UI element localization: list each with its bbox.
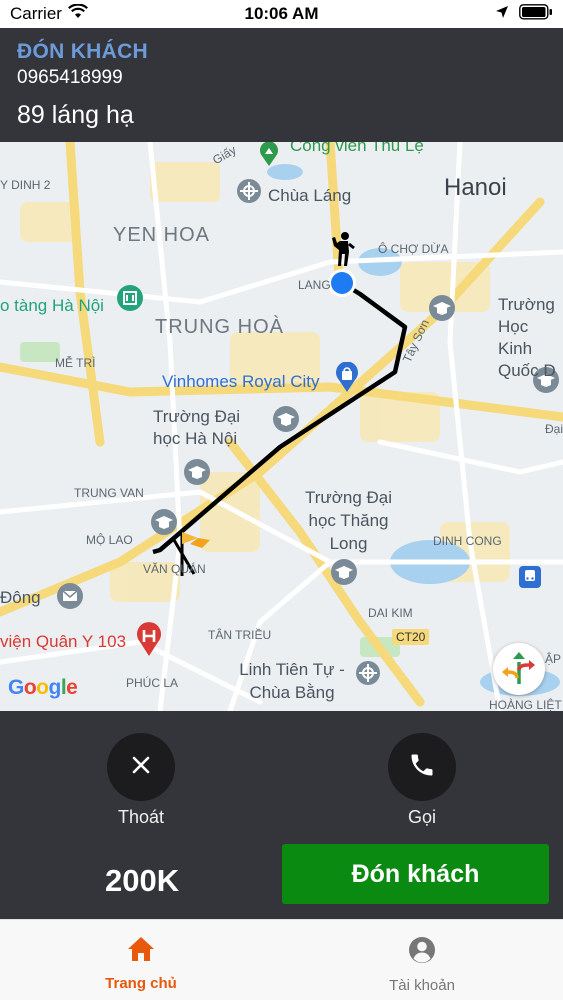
map-label-dong: Đông (0, 588, 41, 607)
pickup-button[interactable]: Đón khách (282, 844, 549, 904)
tab-home[interactable]: Trang chủ (61, 920, 221, 1000)
ride-header: ĐÓN KHÁCH 0965418999 89 láng hạ (0, 28, 563, 142)
school-icon (183, 458, 211, 491)
map-label-yen-hoa: YEN HOA (113, 224, 211, 246)
map-label-phuc-la: PHÚC LA (126, 676, 179, 690)
ride-status-title: ĐÓN KHÁCH (17, 40, 149, 63)
fare-price: 200K (105, 863, 180, 898)
temple-icon (236, 178, 262, 209)
phone-icon (408, 751, 436, 784)
hospital-icon (134, 622, 164, 661)
park-pin-icon (258, 142, 280, 171)
status-right (495, 3, 553, 25)
close-icon (131, 755, 151, 780)
exit-button[interactable] (107, 733, 175, 801)
museum-icon (116, 284, 144, 317)
map-label-dinh2: Y DINH 2 (0, 178, 51, 192)
map-label-dai-kim: DAI KIM (368, 606, 413, 620)
map-label-chua-lang: Chùa Láng (268, 186, 352, 205)
map-label-trung-van: TRUNG VAN (74, 486, 144, 500)
status-bar: Carrier 10:06 AM (0, 0, 563, 28)
map-label-linh-tien: Linh Tiên Tự - Chùa Bằng (239, 660, 345, 702)
home-icon (127, 936, 155, 967)
directions-icon (500, 648, 538, 691)
map-label-van-quan: VĂN QUÁN (143, 562, 206, 576)
map-label-tan-trieu: TÂN TRIỀU (208, 628, 272, 642)
map-label-trung-hoa: TRUNG HOÀ (155, 316, 284, 338)
map-label-cong-vien: Công viên Thủ Lệ (290, 142, 424, 155)
google-logo: Google (8, 676, 78, 699)
customer-phone[interactable]: 0965418999 (17, 67, 546, 89)
mail-icon (56, 582, 84, 615)
action-panel: Thoát Gọi 200K Đón khách (0, 711, 563, 919)
status-left: Carrier (10, 3, 88, 24)
map-label-dai: Đại (545, 422, 563, 436)
exit-label: Thoát (117, 807, 165, 827)
map-label-ap: ẬP (545, 652, 562, 666)
school-icon (272, 405, 300, 438)
map-label-dh-hanoi: Trường Đại học Hà Nội (153, 407, 241, 448)
temple-icon (355, 660, 381, 691)
account-icon (408, 936, 436, 969)
map-label-hoang-liet: HOÀNG LIỆT (489, 698, 562, 711)
school-icon (330, 558, 358, 591)
map-label-dinh-cong: DINH CONG (433, 534, 502, 548)
map-label-dh-thang-long: Trường Đại học Thăng Long (304, 488, 393, 553)
school-icon (428, 294, 456, 327)
tab-home-label: Trang chủ (105, 975, 177, 992)
call-button[interactable] (388, 733, 456, 801)
map-label-mo-lao: MỘ LAO (86, 533, 133, 547)
location-arrow-icon (495, 4, 509, 24)
map-label-vinhomes: Vinhomes Royal City (162, 372, 320, 391)
map-label-lang: LANG (298, 278, 331, 292)
map-label-ct20: CT20 (392, 629, 430, 645)
destination-marker (331, 272, 353, 294)
wifi-icon (68, 3, 88, 24)
map-label-hanoi: Hanoi (444, 174, 507, 201)
map-label-me-tri: MỄ TRÌ (55, 356, 96, 370)
carrier-label: Carrier (10, 4, 62, 23)
tab-account-label: Tài khoản (389, 977, 455, 994)
map-label-bao-tang: o tàng Hà Nội (0, 296, 104, 315)
map-view[interactable]: Công viên Thủ Lệ Giấy Y DINH 2 Chùa Láng… (0, 142, 563, 711)
tab-bar: Trang chủ Tài khoản (0, 919, 563, 1000)
shopping-icon (334, 361, 360, 397)
navigation-button[interactable] (493, 643, 545, 695)
pedestrian-icon (330, 232, 356, 273)
pickup-address: 89 láng hạ (17, 101, 134, 129)
map-label-quan-y: viện Quân Y 103 (0, 632, 127, 651)
map-label-o-cho-dua: Ô CHỢ DỪA (378, 242, 449, 256)
train-icon (519, 566, 541, 593)
map-label-truong-hoc-kinh: Trường Học Kinh Quốc D (498, 295, 556, 380)
tab-account[interactable]: Tài khoản (342, 920, 502, 1000)
call-label: Gọi (407, 807, 436, 827)
battery-icon (519, 3, 553, 25)
school-icon (150, 508, 178, 541)
